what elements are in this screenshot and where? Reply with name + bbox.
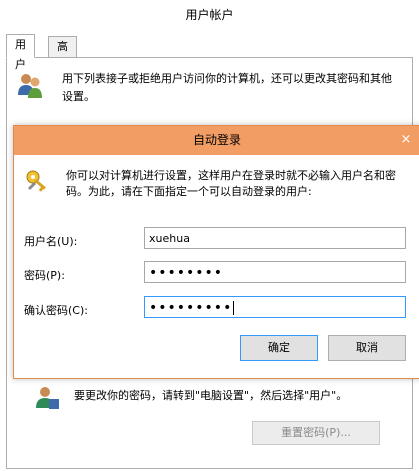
dialog-description: 你可以对计算机进行设置，这样用户在登录时就不必输入用户名和密码。为此，请在下面指… — [66, 169, 396, 198]
auto-login-dialog: 自动登录 × 你可以对计算机进行设置，这样用户在登录时就不必输入用户名和密码。为… — [13, 125, 419, 379]
tab-advanced[interactable]: 高级 — [48, 36, 77, 73]
text-caret — [233, 301, 235, 315]
user-settings-icon — [36, 387, 59, 409]
users-icon — [18, 74, 42, 98]
confirm-password-field[interactable]: ••••••••• — [144, 296, 406, 318]
tab-users[interactable]: 用户 — [6, 34, 35, 71]
window-description: 用下列表接子或拒绝用户访问你的计算机，还可以更改其密码和其他设置。 — [62, 72, 392, 103]
change-password-hint: 要更改你的密码，请转到"电脑设置"，然后选择"用户"。 — [74, 389, 348, 402]
window-title: 用户帐户 — [0, 0, 419, 30]
close-icon[interactable]: × — [398, 132, 414, 148]
username-field[interactable]: xuehua — [144, 227, 406, 249]
ok-button[interactable]: 确定 — [240, 335, 318, 361]
username-label: 用户名(U): — [24, 235, 78, 248]
cancel-button[interactable]: 取消 — [328, 335, 406, 361]
password-field[interactable]: •••••••• — [144, 261, 406, 283]
confirm-password-value: ••••••••• — [149, 300, 233, 316]
dialog-title: 自动登录 — [192, 133, 241, 147]
reset-password-button[interactable]: 重置密码(P)... — [252, 421, 380, 445]
keys-icon — [26, 170, 46, 192]
password-label: 密码(P): — [24, 269, 65, 282]
confirm-password-label: 确认密码(C): — [24, 304, 88, 317]
